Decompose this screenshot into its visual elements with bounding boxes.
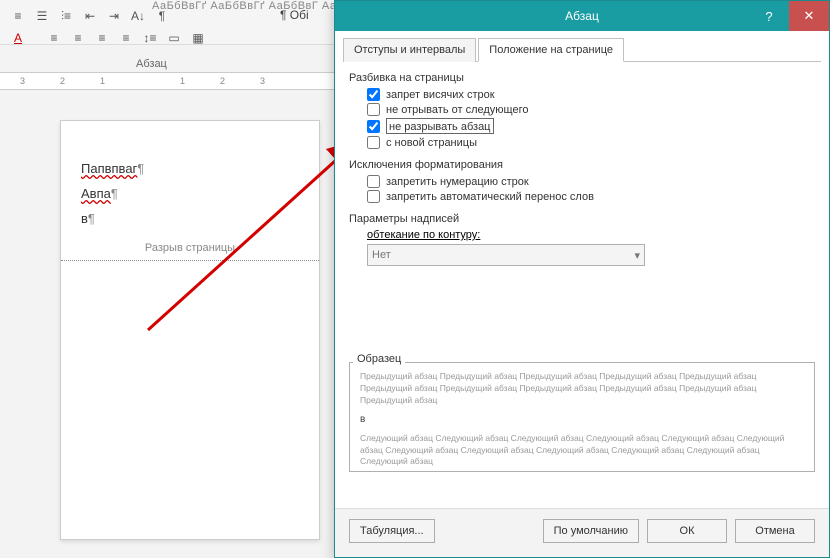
borders-icon[interactable]: ▦ — [188, 28, 208, 48]
document-page[interactable]: Папвпваг¶ Авпа¶ в¶ Разрыв страницы — [60, 120, 320, 540]
font-color-icon[interactable]: A — [8, 28, 28, 48]
checkbox-keep-together[interactable] — [367, 120, 380, 133]
checkbox-widow-control[interactable] — [367, 88, 380, 101]
horizontal-ruler[interactable]: 3 2 1 1 2 3 — [0, 72, 340, 90]
checkbox-suppress-line-numbers[interactable] — [367, 175, 380, 188]
tabs-button[interactable]: Табуляция... — [349, 519, 435, 543]
justify-icon[interactable]: ≡ — [116, 28, 136, 48]
chevron-down-icon: ▾ — [634, 249, 640, 262]
cancel-button[interactable]: Отмена — [735, 519, 815, 543]
bullets-icon[interactable]: ≡ — [8, 6, 28, 26]
doc-line-3[interactable]: в¶ — [81, 211, 299, 226]
align-left-icon[interactable]: ≡ — [44, 28, 64, 48]
doc-line-1[interactable]: Папвпваг¶ — [81, 161, 299, 176]
set-default-button[interactable]: По умолчанию — [543, 519, 639, 543]
doc-line-2[interactable]: Авпа¶ — [81, 186, 299, 201]
close-button[interactable]: ✕ — [789, 1, 829, 31]
pagination-legend: Разбивка на страницы — [349, 72, 815, 84]
checkbox-no-hyphenation[interactable] — [367, 190, 380, 203]
tight-wrap-value: Нет — [372, 249, 391, 261]
textbox-options-legend: Параметры надписей — [349, 213, 815, 225]
shading-icon[interactable]: ▭ — [164, 28, 184, 48]
label-widow: запрет висячих строк — [386, 89, 495, 101]
label-keep-together: не разрывать абзац — [389, 121, 491, 133]
multilevel-icon[interactable]: ⫶≡ — [56, 6, 76, 26]
align-center-icon[interactable]: ≡ — [68, 28, 88, 48]
tab-indents[interactable]: Отступы и интервалы — [343, 38, 476, 62]
dialog-tabs: Отступы и интервалы Положение на страниц… — [343, 37, 821, 62]
ok-button[interactable]: ОК — [647, 519, 727, 543]
tight-wrap-combo[interactable]: Нет ▾ — [367, 244, 645, 266]
checkbox-page-break-before[interactable] — [367, 136, 380, 149]
bullets-numbering-group: ≡ ☰ ⫶≡ ⇤ ⇥ A↓ ¶ — [8, 6, 172, 26]
paragraph-dialog: Абзац ? ✕ Отступы и интервалы Положение … — [334, 0, 830, 558]
tight-wrap-label: обтекание по контуру: — [367, 229, 815, 241]
ribbon-group-paragraph-label: Абзац — [136, 58, 167, 70]
help-button[interactable]: ? — [749, 1, 789, 31]
dialog-titlebar[interactable]: Абзац ? ✕ — [335, 1, 829, 31]
label-keep-next: не отрывать от следующего — [386, 104, 528, 116]
label-page-break-before: с новой страницы — [386, 137, 477, 149]
label-no-hyphen: запретить автоматический перенос слов — [386, 191, 594, 203]
formatting-exceptions-legend: Исключения форматирования — [349, 159, 815, 171]
preview-prev-text: Предыдущий абзац Предыдущий абзац Предыд… — [360, 371, 804, 407]
increase-indent-icon[interactable]: ⇥ — [104, 6, 124, 26]
align-group: A ≡ ≡ ≡ ≡ ↕≡ ▭ ▦ — [8, 28, 208, 48]
checkbox-keep-with-next[interactable] — [367, 103, 380, 116]
label-suppress-lines: запретить нумерацию строк — [386, 176, 529, 188]
decrease-indent-icon[interactable]: ⇤ — [80, 6, 100, 26]
preview-box: Предыдущий абзац Предыдущий абзац Предыд… — [349, 362, 815, 472]
line-spacing-icon[interactable]: ↕≡ — [140, 28, 160, 48]
sample-legend: Образец — [353, 353, 405, 365]
align-right-icon[interactable]: ≡ — [92, 28, 112, 48]
page-break-marker: Разрыв страницы — [61, 236, 319, 261]
dialog-title: Абзац — [565, 9, 599, 23]
pilcrow-sample: ¶ Обі — [280, 8, 309, 22]
show-marks-icon[interactable]: ¶ — [152, 6, 172, 26]
numbering-icon[interactable]: ☰ — [32, 6, 52, 26]
sort-icon[interactable]: A↓ — [128, 6, 148, 26]
preview-current: в — [360, 413, 804, 427]
tab-position[interactable]: Положение на странице — [478, 38, 624, 62]
preview-next-text: Следующий абзац Следующий абзац Следующи… — [360, 433, 804, 469]
